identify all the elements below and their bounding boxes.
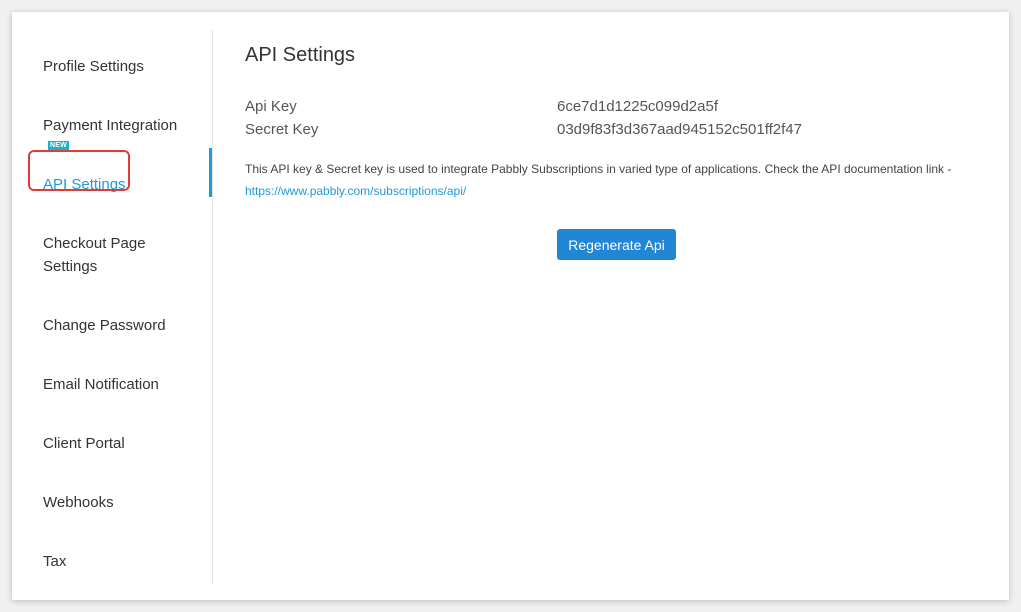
api-key-value: 6ce7d1d1225c099d2a5f [557, 98, 718, 115]
sidebar-item-label: Payment Integration [43, 117, 178, 134]
api-documentation-link[interactable]: https://www.pabbly.com/subscriptions/api… [245, 184, 466, 198]
sidebar-item-email-notification[interactable]: Email Notification [43, 373, 203, 396]
settings-card: Profile Settings Payment IntegrationNEW … [12, 12, 1009, 600]
settings-sidebar: Profile Settings Payment IntegrationNEW … [12, 30, 213, 584]
sidebar-item-change-password[interactable]: Change Password [43, 314, 203, 337]
page-title: API Settings [245, 44, 356, 66]
active-item-indicator [209, 148, 212, 197]
regenerate-api-button[interactable]: Regenerate Api [557, 229, 676, 260]
info-description: This API key & Secret key is used to int… [245, 162, 952, 176]
active-item-highlight [28, 150, 130, 191]
api-key-label: Api Key [245, 98, 297, 115]
sidebar-item-client-portal[interactable]: Client Portal [43, 432, 203, 455]
sidebar-item-webhooks[interactable]: Webhooks [43, 491, 203, 514]
sidebar-item-checkout-page-settings[interactable]: Checkout Page Settings [43, 232, 173, 278]
sidebar-item-tax[interactable]: Tax [43, 550, 203, 573]
secret-key-value: 03d9f83f3d367aad945152c501ff2f47 [557, 121, 802, 138]
sidebar-item-profile-settings[interactable]: Profile Settings [43, 55, 203, 78]
secret-key-label: Secret Key [245, 121, 319, 138]
api-info-text: This API key & Secret key is used to int… [245, 158, 985, 202]
